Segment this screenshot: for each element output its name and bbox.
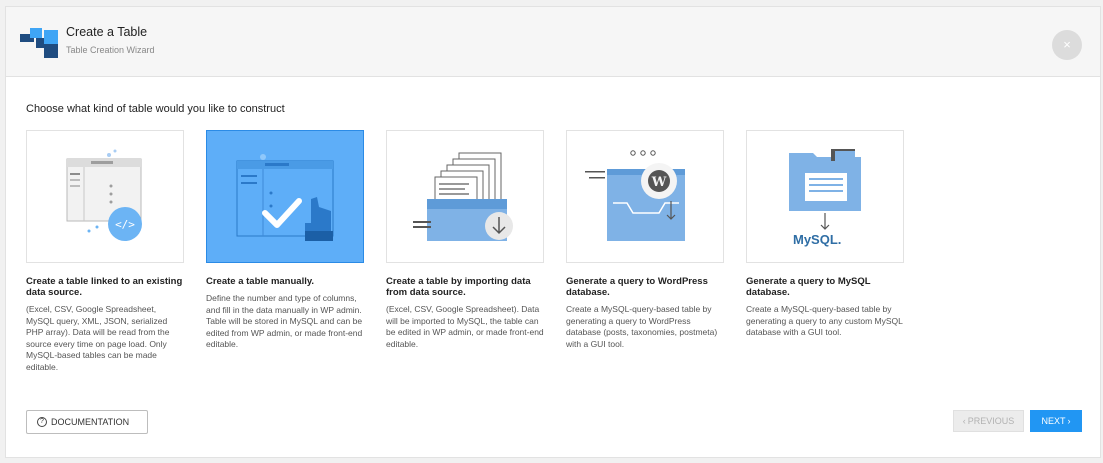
- previous-label: PREVIOUS: [967, 416, 1015, 426]
- wizard-header: Create a Table Table Creation Wizard ×: [6, 7, 1100, 77]
- card-thumbnail[interactable]: [206, 130, 364, 263]
- mysql-logo: MySQL.: [793, 232, 842, 247]
- card-title[interactable]: Create a table manually.: [206, 276, 364, 287]
- card-title[interactable]: Create a table linked to an existing dat…: [26, 276, 184, 298]
- next-button[interactable]: NEXT ›: [1030, 410, 1082, 432]
- manual-check-icon: [236, 154, 334, 241]
- dialog-subtitle: Table Creation Wizard: [66, 45, 155, 55]
- option-card-manual[interactable]: Create a table manually. Define the numb…: [206, 130, 364, 351]
- option-card-mysql-query[interactable]: MySQL. Generate a query to MySQL databas…: [746, 130, 904, 339]
- card-thumbnail[interactable]: [386, 130, 544, 263]
- wizard-prompt: Choose what kind of table would you like…: [26, 103, 285, 115]
- svg-text:</>: </>: [115, 218, 135, 231]
- card-thumbnail[interactable]: W: [566, 130, 724, 263]
- card-thumbnail[interactable]: </>: [26, 130, 184, 263]
- wizard-dialog: Create a Table Table Creation Wizard × C…: [5, 6, 1101, 458]
- dialog-title: Create a Table: [66, 25, 148, 39]
- card-description: Create a MySQL-query-based table by gene…: [746, 304, 903, 337]
- close-icon[interactable]: ×: [1052, 30, 1082, 60]
- card-description: (Excel, CSV, Google Spreadsheet). Data w…: [386, 304, 544, 349]
- card-description: Define the number and type of columns, a…: [206, 293, 363, 349]
- help-circle-icon: ?: [37, 417, 47, 427]
- card-title[interactable]: Create a table by importing data from da…: [386, 276, 544, 298]
- documentation-button[interactable]: ? DOCUMENTATION: [26, 410, 148, 434]
- chevron-left-icon: ‹: [962, 416, 966, 426]
- wordpress-query-icon: W: [585, 150, 685, 241]
- option-card-linked-source[interactable]: </> Create a table linked to an existing…: [26, 130, 184, 373]
- previous-button[interactable]: ‹ PREVIOUS: [953, 410, 1024, 432]
- card-description: (Excel, CSV, Google Spreadsheet, MySQL q…: [26, 304, 170, 372]
- option-card-import[interactable]: Create a table by importing data from da…: [386, 130, 544, 350]
- option-card-wordpress-query[interactable]: W Generate a query to WordPress database…: [566, 130, 724, 350]
- documentation-label: DOCUMENTATION: [51, 417, 130, 427]
- code-browser-icon: </>: [66, 149, 142, 241]
- chevron-right-icon: ›: [1067, 416, 1071, 426]
- import-files-icon: [413, 152, 513, 241]
- app-logo-icon: [20, 28, 58, 58]
- card-title[interactable]: Generate a query to MySQL database.: [746, 276, 904, 298]
- card-description: Create a MySQL-query-based table by gene…: [566, 304, 718, 349]
- card-thumbnail[interactable]: MySQL.: [746, 130, 904, 263]
- next-label: NEXT: [1041, 416, 1066, 426]
- svg-text:W: W: [651, 175, 667, 190]
- card-title[interactable]: Generate a query to WordPress database.: [566, 276, 724, 298]
